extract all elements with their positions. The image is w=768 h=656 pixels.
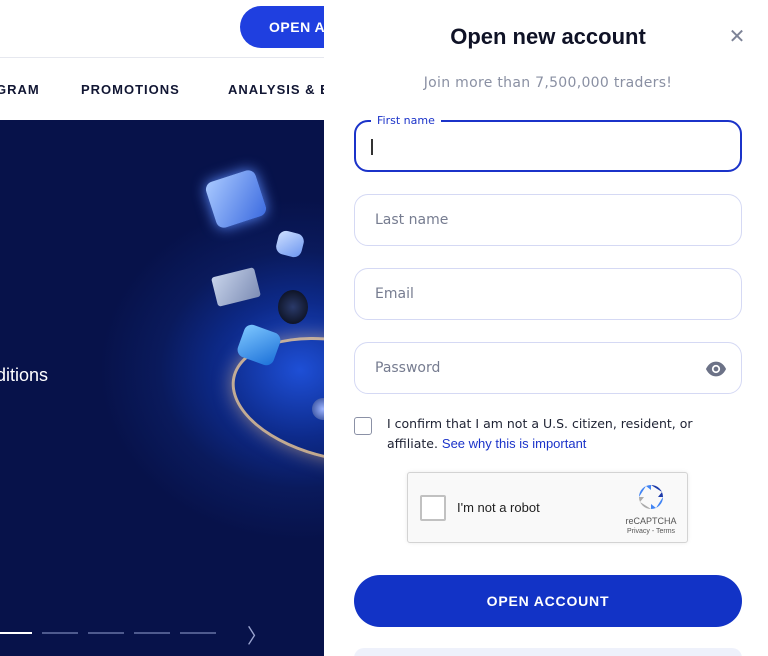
- slider-dot[interactable]: [180, 632, 216, 634]
- hero-tagline: ditions: [0, 365, 49, 385]
- password-field[interactable]: [354, 342, 742, 394]
- header-open-account-button[interactable]: OPEN A: [240, 6, 324, 48]
- eye-icon[interactable]: [705, 358, 727, 380]
- recaptcha-brand: reCAPTCHA: [625, 516, 677, 526]
- slider-dot[interactable]: [0, 632, 32, 634]
- text-caret: [371, 139, 373, 155]
- recaptcha-label: I'm not a robot: [457, 500, 540, 515]
- first-name-field[interactable]: First name: [354, 114, 742, 172]
- last-name-input[interactable]: [375, 195, 705, 245]
- site-header: OPEN A: [0, 0, 324, 58]
- open-account-button[interactable]: OPEN ACCOUNT: [354, 575, 742, 627]
- email-field[interactable]: [354, 268, 742, 320]
- slider-dot[interactable]: [134, 632, 170, 634]
- see-why-link[interactable]: See why this is important: [442, 436, 587, 451]
- site-nav: GRAM PROMOTIONS ANALYSIS & E: [0, 58, 324, 120]
- slider-dot[interactable]: [88, 632, 124, 634]
- panel-title: Open new account: [450, 24, 646, 49]
- password-input[interactable]: [375, 343, 705, 393]
- email-input[interactable]: [375, 269, 705, 319]
- nav-item-program[interactable]: GRAM: [0, 82, 40, 97]
- chevron-right-icon[interactable]: 〉: [247, 620, 267, 649]
- close-icon[interactable]: ✕: [726, 24, 748, 48]
- background-site: OPEN A GRAM PROMOTIONS ANALYSIS & E diti…: [0, 0, 324, 656]
- slider-dot[interactable]: [42, 632, 78, 634]
- nav-item-analysis[interactable]: ANALYSIS & E: [228, 82, 324, 97]
- last-name-field[interactable]: [354, 194, 742, 246]
- us-confirm-checkbox[interactable]: [354, 417, 372, 435]
- hero-chart-cube-image: [274, 229, 306, 259]
- hero-euro-cube-image: [203, 168, 269, 230]
- hero-banner: ditions 〉: [0, 120, 324, 656]
- recaptcha-widget: I'm not a robot reCAPTCHA Privacy - Term…: [407, 472, 688, 543]
- first-name-input[interactable]: [376, 122, 706, 170]
- hero-phone-image: [278, 290, 308, 324]
- hero-laptop-image: [211, 267, 261, 307]
- recaptcha-checkbox[interactable]: [420, 495, 446, 521]
- panel-subtitle: Join more than 7,500,000 traders!: [423, 75, 673, 91]
- recaptcha-logo-icon: [636, 483, 666, 511]
- secondary-button-partial[interactable]: [354, 648, 742, 656]
- nav-item-promotions[interactable]: PROMOTIONS: [81, 82, 180, 97]
- open-account-panel: Open new account ✕ Join more than 7,500,…: [324, 0, 768, 656]
- us-confirm-text: I confirm that I am not a U.S. citizen, …: [387, 414, 737, 454]
- recaptcha-terms-link[interactable]: Privacy - Terms: [612, 528, 690, 535]
